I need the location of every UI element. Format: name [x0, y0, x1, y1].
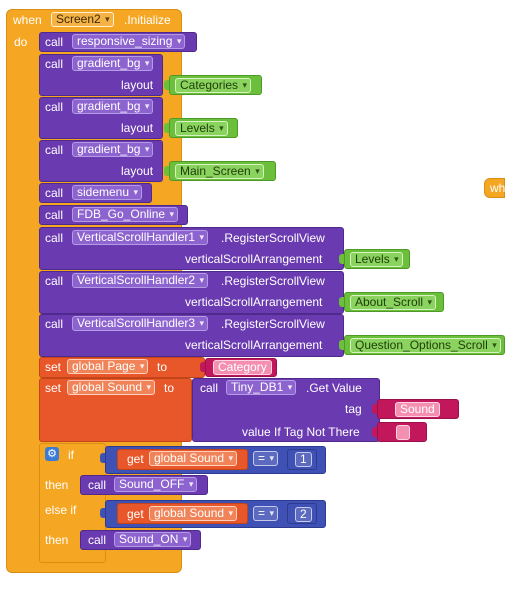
- component-dropdown[interactable]: Main_Screen: [175, 164, 264, 179]
- param-label: verticalScrollArrangement: [185, 338, 323, 352]
- method-name: .RegisterScrollView: [221, 231, 325, 245]
- set-keyword: set: [45, 381, 62, 395]
- component-block-categories[interactable]: Categories: [169, 75, 262, 95]
- event-name: .Initialize: [124, 13, 171, 27]
- call-keyword: call: [200, 381, 219, 395]
- component-dropdown[interactable]: Question_Options_Scroll: [350, 338, 501, 353]
- get-keyword: get: [127, 452, 144, 466]
- call-keyword: call: [88, 478, 107, 492]
- variable-dropdown[interactable]: global Sound: [67, 380, 156, 395]
- component-dropdown[interactable]: Levels: [350, 252, 403, 267]
- when-keyword: when: [13, 13, 42, 27]
- component-block-question-options-scroll[interactable]: Question_Options_Scroll: [344, 335, 505, 355]
- procedure-dropdown[interactable]: FDB_Go_Online: [72, 207, 179, 222]
- tag-param-label: tag: [345, 402, 362, 416]
- procedure-dropdown[interactable]: gradient_bg: [72, 99, 154, 114]
- to-keyword: to: [164, 381, 175, 395]
- procedure-dropdown[interactable]: Sound_ON: [114, 532, 192, 547]
- procedure-dropdown[interactable]: gradient_bg: [72, 142, 154, 157]
- then-keyword: then: [45, 533, 69, 547]
- default-param-label: value If Tag Not There: [242, 425, 360, 439]
- get-keyword: get: [127, 507, 144, 521]
- to-keyword: to: [157, 360, 168, 374]
- number-value[interactable]: 1: [295, 452, 312, 467]
- offscreen-when-label: wh: [490, 181, 505, 195]
- layout-param-label: layout: [121, 78, 154, 92]
- compare-operator-dropdown[interactable]: =: [253, 506, 279, 521]
- then-keyword: then: [45, 478, 69, 492]
- component-block-levels[interactable]: Levels: [169, 118, 238, 138]
- component-dropdown[interactable]: VerticalScrollHandler2: [72, 273, 209, 288]
- call-keyword: call: [45, 186, 64, 200]
- text-value[interactable]: Sound: [395, 402, 440, 417]
- procedure-dropdown[interactable]: Sound_OFF: [114, 477, 198, 492]
- layout-param-label: layout: [121, 164, 154, 178]
- call-keyword: call: [45, 317, 64, 331]
- gear-icon[interactable]: ⚙: [45, 447, 59, 461]
- param-label: verticalScrollArrangement: [185, 295, 323, 309]
- component-dropdown[interactable]: VerticalScrollHandler3: [72, 316, 209, 331]
- component-dropdown[interactable]: Levels: [175, 121, 228, 136]
- set-keyword: set: [45, 360, 62, 374]
- call-keyword: call: [45, 57, 64, 71]
- do-keyword: do: [14, 35, 28, 49]
- procedure-dropdown[interactable]: responsive_sizing: [72, 34, 186, 49]
- call-keyword: call: [45, 231, 64, 245]
- variable-dropdown[interactable]: global Page: [67, 359, 149, 374]
- text-value[interactable]: Category: [213, 360, 272, 375]
- call-keyword: call: [45, 100, 64, 114]
- component-block-levels[interactable]: Levels: [344, 249, 410, 269]
- component-block-about-scroll[interactable]: About_Scroll: [344, 292, 444, 312]
- component-dropdown[interactable]: About_Scroll: [350, 295, 437, 310]
- text-value[interactable]: [396, 425, 410, 440]
- number-value[interactable]: 2: [295, 507, 312, 522]
- variable-dropdown[interactable]: global Sound: [149, 506, 238, 521]
- layout-param-label: layout: [121, 121, 154, 135]
- else-if-keyword: else if: [45, 503, 77, 517]
- if-keyword: if: [68, 448, 74, 462]
- component-dropdown-screen2[interactable]: Screen2: [51, 12, 114, 27]
- quote-mark: [193, 360, 196, 374]
- component-dropdown-tinydb[interactable]: Tiny_DB1: [226, 380, 297, 395]
- component-dropdown[interactable]: VerticalScrollHandler1: [72, 230, 209, 245]
- component-block-main-screen[interactable]: Main_Screen: [169, 161, 276, 181]
- procedure-dropdown[interactable]: gradient_bg: [72, 56, 154, 71]
- method-name: .RegisterScrollView: [221, 274, 325, 288]
- procedure-dropdown[interactable]: sidemenu: [72, 185, 143, 200]
- compare-operator-dropdown[interactable]: =: [253, 451, 279, 466]
- call-keyword: call: [45, 208, 64, 222]
- call-keyword: call: [45, 143, 64, 157]
- variable-dropdown[interactable]: global Sound: [149, 451, 238, 466]
- component-dropdown[interactable]: Categories: [175, 78, 252, 93]
- call-keyword: call: [45, 35, 64, 49]
- method-name: .RegisterScrollView: [221, 317, 325, 331]
- call-keyword: call: [45, 274, 64, 288]
- param-label: verticalScrollArrangement: [185, 252, 323, 266]
- method-name: .Get Value: [306, 381, 362, 395]
- call-keyword: call: [88, 533, 107, 547]
